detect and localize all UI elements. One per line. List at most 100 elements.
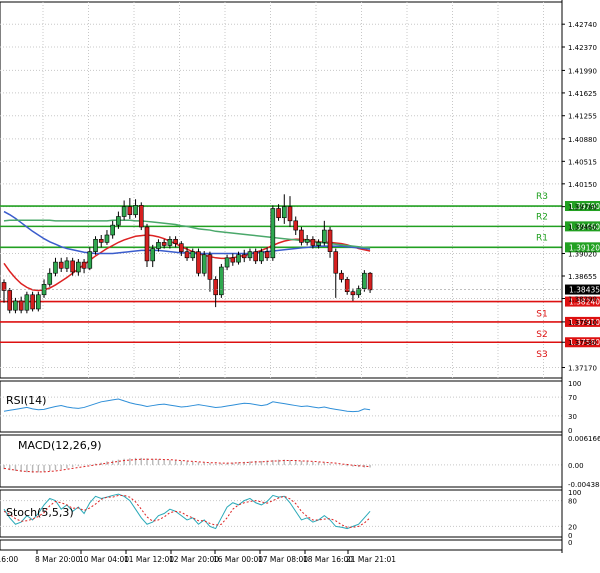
- macd-tick-label: 0.006166: [568, 435, 600, 443]
- rsi-tick-label: 100: [568, 380, 581, 388]
- price-tick-label: 1.42740: [568, 21, 597, 29]
- candle-bear: [127, 206, 133, 215]
- time-tick-label: 17 Mar 08:00: [258, 555, 308, 564]
- candle-bear: [70, 260, 75, 273]
- rsi-panel: [0, 380, 563, 433]
- candle-bull: [281, 206, 287, 219]
- candle-bear: [339, 272, 344, 280]
- time-tick-label: 11 Mar 12:00: [124, 555, 174, 564]
- candle-bear: [161, 242, 167, 246]
- level-name-s2: S2: [536, 330, 547, 340]
- candle-bull: [150, 248, 156, 262]
- candle-bear: [173, 239, 178, 244]
- candle-bear: [213, 279, 218, 296]
- price-tick-label: 1.39460: [568, 223, 597, 231]
- candle-bull: [93, 239, 98, 252]
- price-tick-label: 1.39780: [568, 204, 597, 212]
- price-tick-label: 1.39020: [568, 250, 597, 258]
- candle-bear: [179, 243, 184, 252]
- candle-bear: [276, 208, 281, 219]
- candle-bull: [104, 234, 110, 243]
- price-tick-label: 1.41255: [568, 113, 597, 121]
- candle-bull: [36, 294, 41, 310]
- chart-svg: R31.39790R21.39460R11.39120S11.38240S21.…: [0, 0, 600, 569]
- macd-tick-label: 0.00: [568, 462, 584, 470]
- price-tick-label: 1.42370: [568, 44, 597, 52]
- candle-bear: [196, 251, 201, 274]
- level-name-r2: R2: [536, 212, 548, 222]
- candle-bear: [230, 257, 236, 263]
- stoch-tick-label: 80: [568, 498, 577, 506]
- candle-bull: [156, 242, 161, 249]
- candle-bear: [98, 239, 104, 243]
- time-tick-label: 12 Mar 20:00: [169, 555, 219, 564]
- candle-bull: [64, 260, 70, 269]
- candle-bull: [190, 251, 196, 259]
- candle-bear: [138, 205, 144, 228]
- candle-bull: [219, 266, 224, 296]
- price-tick-label: 1.38290: [568, 295, 597, 303]
- candle-bear: [367, 272, 373, 291]
- price-tick-label: 1.41625: [568, 90, 597, 98]
- candle-bull: [167, 239, 173, 246]
- rsi-tick-label: 70: [568, 394, 577, 402]
- price-tick-label: 1.37580: [568, 339, 597, 347]
- rsi-label: RSI(14): [6, 394, 46, 407]
- bottom-strip: [0, 539, 563, 551]
- candle-bear: [18, 300, 24, 311]
- candle-bear: [207, 254, 213, 280]
- candle-bull: [236, 254, 241, 263]
- candle-bull: [116, 216, 121, 226]
- stoch-tick-label: 20: [568, 523, 577, 531]
- time-tick-label: 21 Mar 21:01: [346, 555, 396, 564]
- time-tick-label: 10 Mar 04:00: [79, 555, 129, 564]
- candle-bull: [53, 261, 58, 274]
- price-tick-label: 1.40515: [568, 158, 597, 166]
- candle-bear: [144, 226, 150, 262]
- price-tick-label: 1.40150: [568, 181, 597, 189]
- candle-bear: [293, 220, 299, 231]
- candle-bear: [253, 251, 258, 262]
- candle-bear: [81, 261, 87, 269]
- candle-bull: [247, 251, 253, 259]
- candle-bear: [7, 290, 13, 311]
- candle-bull: [133, 205, 138, 215]
- candle-bull: [270, 208, 276, 259]
- candle-bear: [241, 254, 247, 259]
- candle-bull: [24, 294, 30, 311]
- price-tick-label: 1.37170: [568, 365, 597, 373]
- candle-bull: [322, 229, 327, 243]
- time-tick-label: Mar 16:00: [0, 555, 18, 564]
- candle-bear: [58, 261, 64, 269]
- stoch-label: Stoch(5,5,3): [6, 506, 74, 519]
- current-price-label: 1.38435: [569, 286, 600, 295]
- stoch-tick-label: 100: [568, 489, 581, 497]
- candle-bear: [287, 206, 293, 222]
- candle-bear: [327, 229, 333, 252]
- candle-bear: [299, 229, 304, 243]
- time-tick-label: 16 Mar 00:00: [213, 555, 263, 564]
- candle-bull: [224, 257, 230, 268]
- candle-bear: [184, 251, 190, 259]
- level-name-r1: R1: [536, 233, 548, 243]
- candle-bull: [87, 251, 93, 269]
- candle-bear: [333, 251, 339, 274]
- price-tick-label: 1.40880: [568, 136, 597, 144]
- candle-bull: [316, 242, 321, 246]
- macd-tick-label: -0.004384: [568, 481, 600, 489]
- rsi-tick-label: 0: [568, 427, 572, 435]
- candle-bear: [350, 291, 356, 296]
- level-name-r3: R3: [536, 192, 548, 202]
- bottom-tick-label: 0: [568, 539, 572, 547]
- candle-bear: [264, 251, 270, 259]
- candle-bear: [30, 294, 35, 310]
- candle-bull: [201, 254, 207, 274]
- chart-window: R3 1.39790 R2 1.39460 R1 1.39120 S1 1.38240 S2 1.…: [0, 0, 600, 569]
- level-name-s3: S3: [536, 350, 547, 360]
- candle-bull: [259, 251, 264, 262]
- rsi-tick-label: 30: [568, 413, 577, 421]
- panel-frames: [0, 1, 600, 569]
- candle-bull: [362, 272, 367, 289]
- price-tick-label: 1.37910: [568, 319, 597, 327]
- candle-bull: [47, 272, 53, 285]
